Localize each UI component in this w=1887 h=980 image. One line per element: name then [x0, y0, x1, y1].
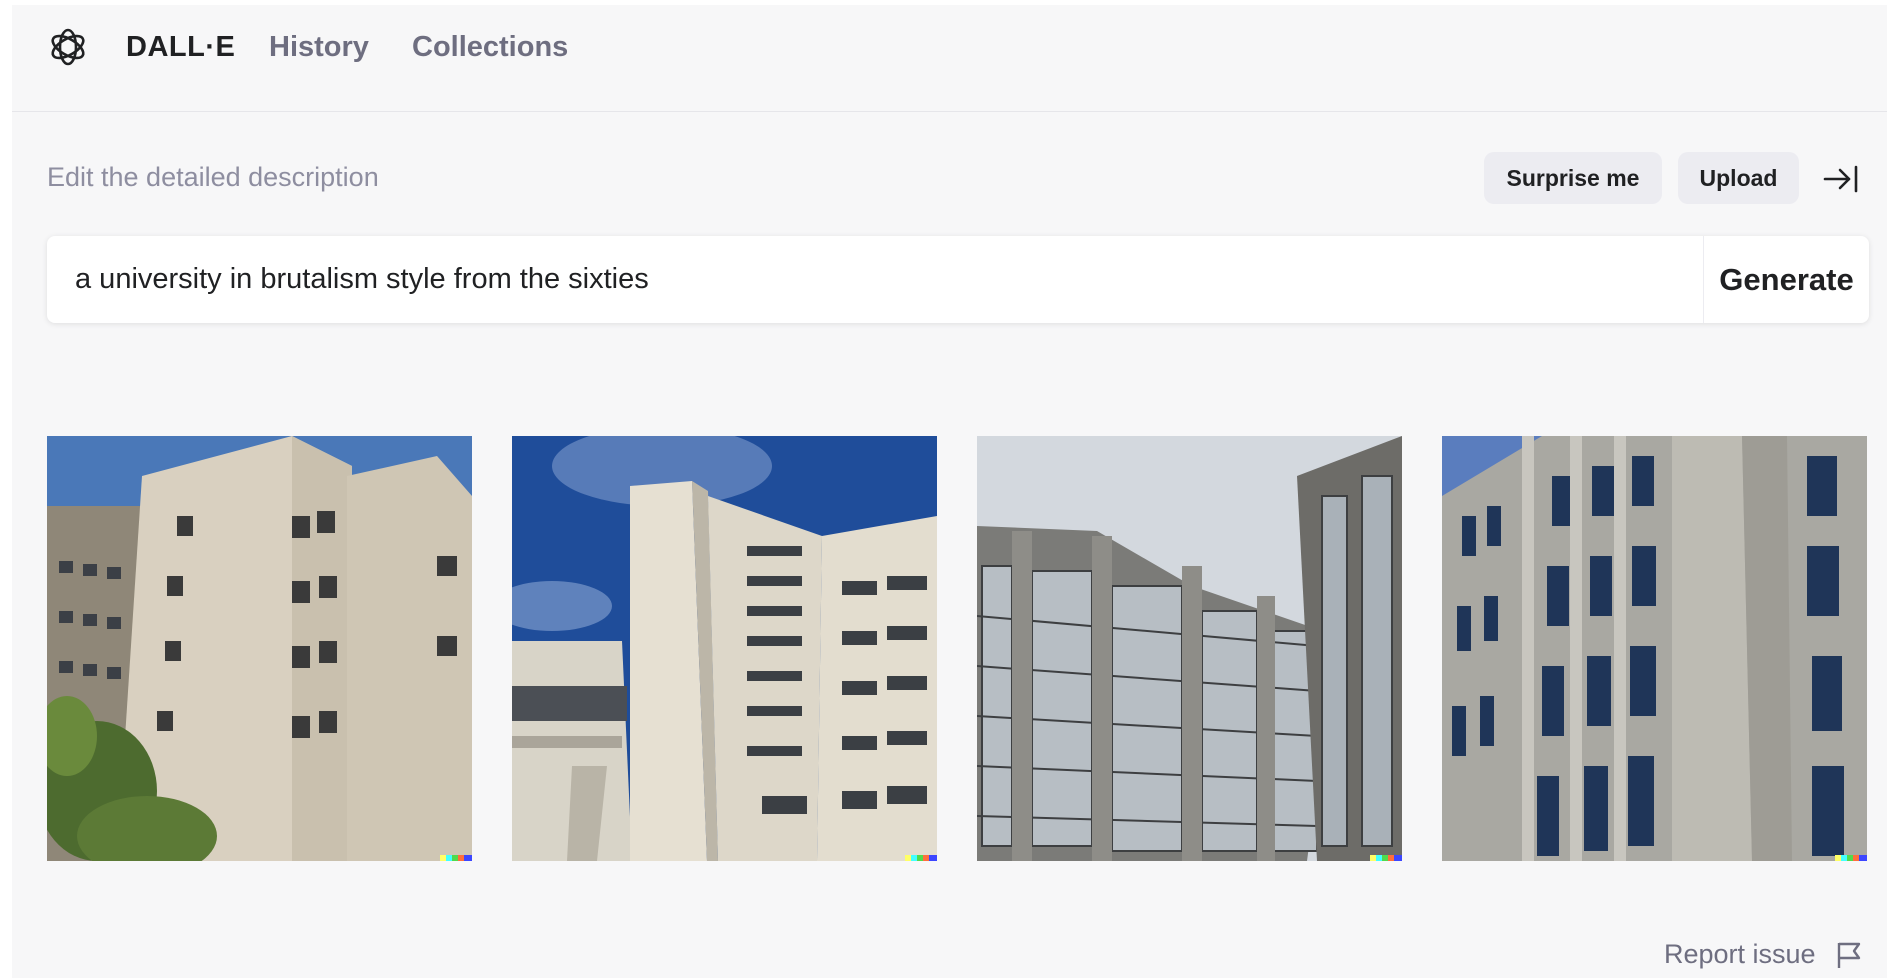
result-image-3[interactable]: [977, 436, 1402, 861]
nav-brand-link[interactable]: DALL·E: [126, 27, 235, 67]
result-image-1-picture: [47, 436, 472, 861]
top-nav: DALL·E History Collections: [12, 5, 1887, 112]
result-image-4-picture: [1442, 436, 1867, 861]
prompt-box: Generate: [47, 236, 1869, 323]
prompt-input[interactable]: [75, 236, 1675, 323]
result-image-1[interactable]: [47, 436, 472, 861]
openai-logo-icon[interactable]: [46, 25, 90, 69]
upload-button[interactable]: Upload: [1678, 152, 1799, 204]
result-image-2[interactable]: [512, 436, 937, 861]
surprise-me-button[interactable]: Surprise me: [1484, 152, 1662, 204]
nav-collections-link[interactable]: Collections: [412, 27, 568, 67]
result-image-3-picture: [977, 436, 1402, 861]
result-image-4[interactable]: [1442, 436, 1867, 861]
arrow-right-to-bar-icon[interactable]: [1822, 160, 1860, 198]
result-image-2-picture: [512, 436, 937, 861]
report-issue-link[interactable]: Report issue: [1664, 936, 1816, 972]
app-frame: DALL·E History Collections Edit the deta…: [12, 5, 1887, 978]
prompt-label: Edit the detailed description: [47, 162, 379, 192]
generate-button[interactable]: Generate: [1704, 236, 1869, 323]
nav-history-link[interactable]: History: [269, 27, 369, 67]
flag-icon[interactable]: [1835, 940, 1863, 970]
